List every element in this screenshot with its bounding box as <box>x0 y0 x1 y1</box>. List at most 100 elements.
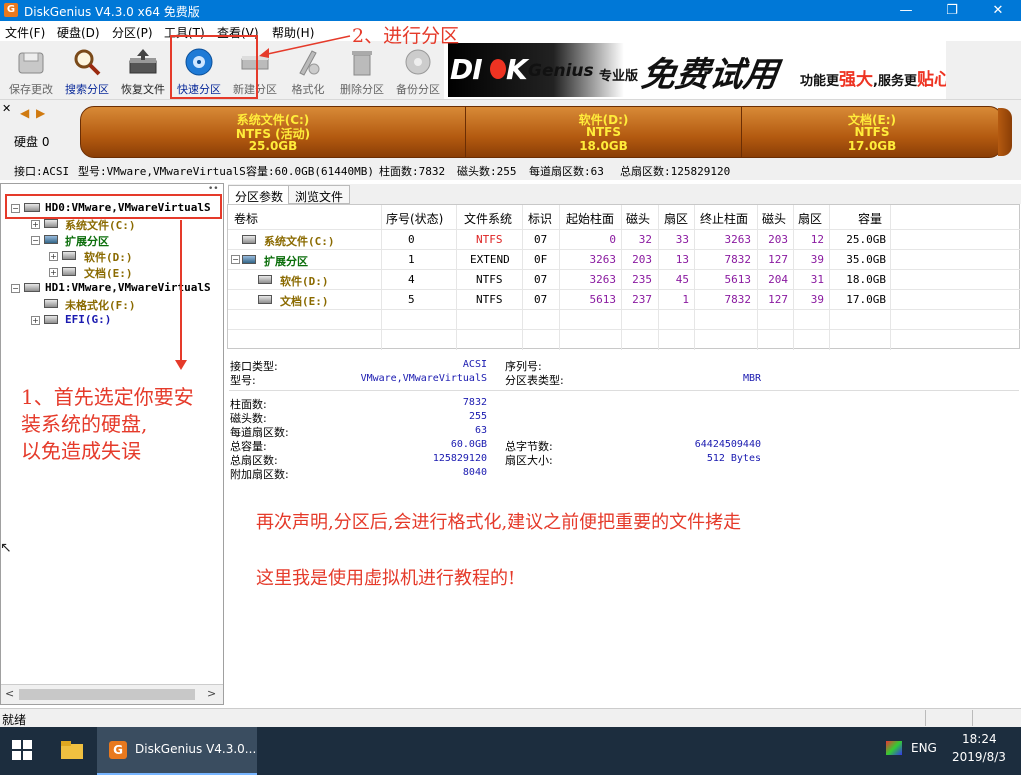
cell-end-cyl: 7832 <box>724 293 752 306</box>
value-sector-size: 512 Bytes <box>706 453 761 464</box>
collapse-extended-icon[interactable]: − <box>231 255 240 264</box>
disk-info-capacity: 容量:60.0GB(61440MB) <box>246 165 374 178</box>
expand-hd1-icon[interactable]: − <box>11 284 20 293</box>
backup-partition-button[interactable]: 备份分区 <box>390 43 446 97</box>
banner-slogan-d: 贴心 <box>916 70 946 90</box>
scroll-right-icon[interactable]: > <box>207 687 216 700</box>
col-fs[interactable]: 文件系统 <box>464 210 512 227</box>
annotation-step1-line3: 以免造成失误 <box>21 439 141 463</box>
banner-edition: 专业版 <box>599 69 639 84</box>
cell-volume: 扩展分区 <box>264 255 308 268</box>
scroll-left-icon[interactable]: < <box>5 687 14 700</box>
row-divider <box>228 309 1020 310</box>
value-model: VMware,VMwareVirtualS <box>360 373 487 384</box>
annotation-vm-note: 这里我是使用虚拟机进行教程的! <box>256 568 516 589</box>
col-start-sector[interactable]: 扇区 <box>664 210 688 227</box>
table-row[interactable]: − 扩展分区 1 EXTEND 0F 3263 203 13 7832 127 … <box>228 250 1020 269</box>
cell-start-sector: 1 <box>682 293 689 306</box>
recover-files-button[interactable]: 恢复文件 <box>115 43 171 97</box>
next-disk-button[interactable]: ▶ <box>36 106 45 120</box>
diskgenius-icon: G <box>109 741 127 759</box>
cell-start-sector: 33 <box>675 233 689 246</box>
input-language[interactable]: ENG <box>911 741 937 755</box>
tab-browse-files[interactable]: 浏览文件 <box>288 185 351 204</box>
disk-info-line: 接口:ACSI 型号:VMware,VMwareVirtualS 容量:60.0… <box>0 160 1021 180</box>
toolbar: 保存更改 搜索分区 恢复文件 快速分区 新建分区 格式化 删除分区 备份分区 D… <box>0 35 1021 100</box>
status-text: 就绪 <box>2 713 27 727</box>
tab-partition-params[interactable]: 分区参数 <box>228 185 291 204</box>
maximize-button[interactable]: ❐ <box>929 0 975 21</box>
disk-label: 硬盘 0 <box>14 135 50 149</box>
tree-partition-f[interactable]: 未格式化(F:) <box>65 297 136 313</box>
annotation-arrow-line <box>180 220 182 362</box>
tree-hd1[interactable]: HD1:VMware,VMwareVirtualS <box>45 281 211 294</box>
col-end-cyl[interactable]: 终止柱面 <box>700 210 748 227</box>
tree-partition-e[interactable]: 文档(E:) <box>84 265 133 281</box>
expand-c-icon[interactable]: + <box>31 220 40 229</box>
cell-start-head: 203 <box>632 253 652 266</box>
clock-time[interactable]: 18:24 <box>962 732 997 746</box>
tree-partition-d[interactable]: 软件(D:) <box>84 249 133 265</box>
disk-info-heads: 磁头数:255 <box>457 165 517 178</box>
table-row[interactable]: 软件(D:) 4 NTFS 07 3263 235 45 5613 204 31… <box>228 270 1020 289</box>
title-bar[interactable]: G DiskGenius V4.3.0 x64 免费版 — ❐ ✕ <box>0 0 1021 21</box>
cell-capacity: 25.0GB <box>846 233 886 246</box>
col-capacity[interactable]: 容量 <box>858 210 882 227</box>
close-button[interactable]: ✕ <box>975 0 1021 21</box>
file-explorer-icon[interactable] <box>60 739 84 761</box>
clock-date[interactable]: 2019/8/3 <box>952 750 1006 764</box>
expand-hd0-icon[interactable]: − <box>11 204 20 213</box>
panel-pin-icon[interactable]: •• <box>208 184 219 194</box>
horizontal-scrollbar[interactable]: < > <box>1 684 223 704</box>
save-changes-button[interactable]: 保存更改 <box>3 43 59 97</box>
value-capacity: 60.0GB <box>450 439 487 450</box>
cell-start-cyl: 3263 <box>589 273 617 286</box>
network-icon[interactable] <box>886 741 902 755</box>
windows-start-icon[interactable] <box>12 740 32 760</box>
table-row[interactable]: 系统文件(C:) 0 NTFS 07 0 32 33 3263 203 12 2… <box>228 230 1020 249</box>
cell-capacity: 35.0GB <box>846 253 886 266</box>
cell-end-cyl: 5613 <box>724 273 752 286</box>
partition-bar-c[interactable]: 系统文件(C:) NTFS (活动) 25.0GB <box>80 106 466 158</box>
menu-partition[interactable]: 分区(P) <box>112 24 153 41</box>
expand-e-icon[interactable]: + <box>49 268 58 277</box>
cell-id: 07 <box>534 293 548 306</box>
table-row[interactable]: 文档(E:) 5 NTFS 07 5613 237 1 7832 127 39 … <box>228 290 1020 309</box>
cell-start-sector: 45 <box>675 273 689 286</box>
expand-extended-icon[interactable]: − <box>31 236 40 245</box>
expand-d-icon[interactable]: + <box>49 252 58 261</box>
disk-info-spt: 每道扇区数:63 <box>529 165 604 178</box>
partition-bar-d[interactable]: 软件(D:) NTFS 18.0GB <box>465 106 742 158</box>
tree-hd0[interactable]: HD0:VMware,VMwareVirtualS <box>45 201 211 214</box>
minimize-button[interactable]: — <box>883 0 929 21</box>
partition-bar-fs: NTFS <box>585 125 622 139</box>
col-start-cyl[interactable]: 起始柱面 <box>566 210 614 227</box>
cell-start-cyl: 3263 <box>589 253 617 266</box>
menu-file[interactable]: 文件(F) <box>5 24 45 41</box>
search-partition-button[interactable]: 搜索分区 <box>59 43 115 97</box>
tree-partition-g[interactable]: EFI(G:) <box>65 313 111 326</box>
expand-g-icon[interactable]: + <box>31 316 40 325</box>
col-id[interactable]: 标识 <box>528 210 552 227</box>
collapse-icon[interactable]: ✕ <box>2 102 11 115</box>
col-start-head[interactable]: 磁头 <box>626 210 650 227</box>
cell-start-head: 32 <box>638 233 652 246</box>
scroll-thumb[interactable] <box>19 689 195 700</box>
col-end-head[interactable]: 磁头 <box>762 210 786 227</box>
col-volume[interactable]: 卷标 <box>234 210 258 227</box>
value-sectors-per-track: 63 <box>474 425 487 436</box>
tree-partition-c[interactable]: 系统文件(C:) <box>65 217 136 233</box>
taskbar-app-diskgenius[interactable]: G DiskGenius V4.3.0... <box>97 727 257 775</box>
col-index[interactable]: 序号(状态) <box>386 210 443 227</box>
col-end-sector[interactable]: 扇区 <box>798 210 822 227</box>
partition-bar-e[interactable]: 文档(E:) NTFS 17.0GB <box>741 106 1003 158</box>
prev-disk-button[interactable]: ◀ <box>20 106 29 120</box>
annotation-step1-line2: 装系统的硬盘, <box>21 412 148 436</box>
promo-banner[interactable]: DI K Genius 专业版 免费试用 功能更强大,服务更贴心 <box>444 41 946 99</box>
partition-icon <box>44 219 58 228</box>
partition-bar-end-cap <box>998 108 1012 156</box>
taskbar-app-label: DiskGenius V4.3.0... <box>135 742 257 756</box>
menu-disk[interactable]: 硬盘(D) <box>57 24 100 41</box>
tree-extended[interactable]: 扩展分区 <box>65 233 109 249</box>
arrow-to-quick-partition <box>259 35 351 58</box>
